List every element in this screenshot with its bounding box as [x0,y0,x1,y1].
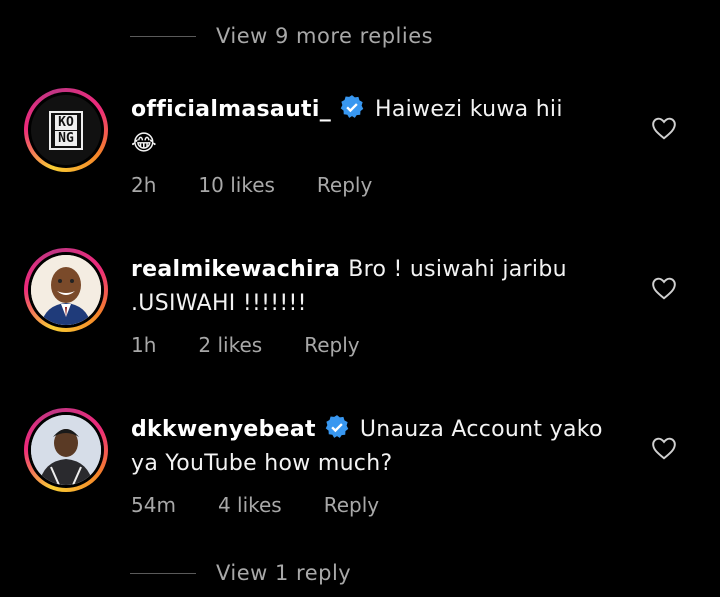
comment-meta: 54m 4 likes Reply [131,493,631,517]
verified-badge-icon [325,415,349,438]
comment-meta: 1h 2 likes Reply [131,333,631,357]
comment-text: officialmasauti_ Haiwezi kuwa hii 😂 [131,93,631,161]
laughing-emoji: 😂 [131,131,158,156]
reply-button[interactable]: Reply [317,173,372,197]
heart-icon[interactable] [651,436,677,460]
heart-icon[interactable] [651,276,677,300]
likes-count[interactable]: 2 likes [198,333,262,357]
likes-count[interactable]: 4 likes [218,493,282,517]
kong-logo: KO NG [49,110,83,150]
timestamp: 54m [131,493,176,517]
view-replies-label[interactable]: View 1 reply [216,561,351,585]
reply-button[interactable]: Reply [304,333,359,357]
username[interactable]: realmikewachira [131,257,340,282]
username[interactable]: dkkwenyebeat [131,417,316,442]
comment-body: Haiwezi kuwa hii [375,97,563,122]
likes-count[interactable]: 10 likes [198,173,275,197]
timestamp: 1h [131,333,157,357]
comment-text: realmikewachira Bro ! usiwahi jaribu .USI… [131,253,631,321]
avatar[interactable]: KO NG [24,88,108,172]
person-photo-image [31,415,101,485]
username[interactable]: officialmasauti_ [131,97,331,122]
reply-button[interactable]: Reply [324,493,379,517]
timestamp: 2h [131,173,157,197]
view-more-replies-top[interactable]: View 9 more replies [130,24,433,48]
heart-icon[interactable] [651,116,677,140]
avatar[interactable] [24,248,108,332]
cartoon-man-image [31,255,101,325]
comment-text: dkkwenyebeat Unauza Account yako ya YouTu… [131,413,631,481]
divider-line [130,572,196,574]
view-replies-bottom[interactable]: View 1 reply [130,561,351,585]
comment-meta: 2h 10 likes Reply [131,173,631,197]
avatar[interactable] [24,408,108,492]
verified-badge-icon [340,95,364,118]
divider-line [130,35,196,37]
view-replies-label[interactable]: View 9 more replies [216,24,433,48]
